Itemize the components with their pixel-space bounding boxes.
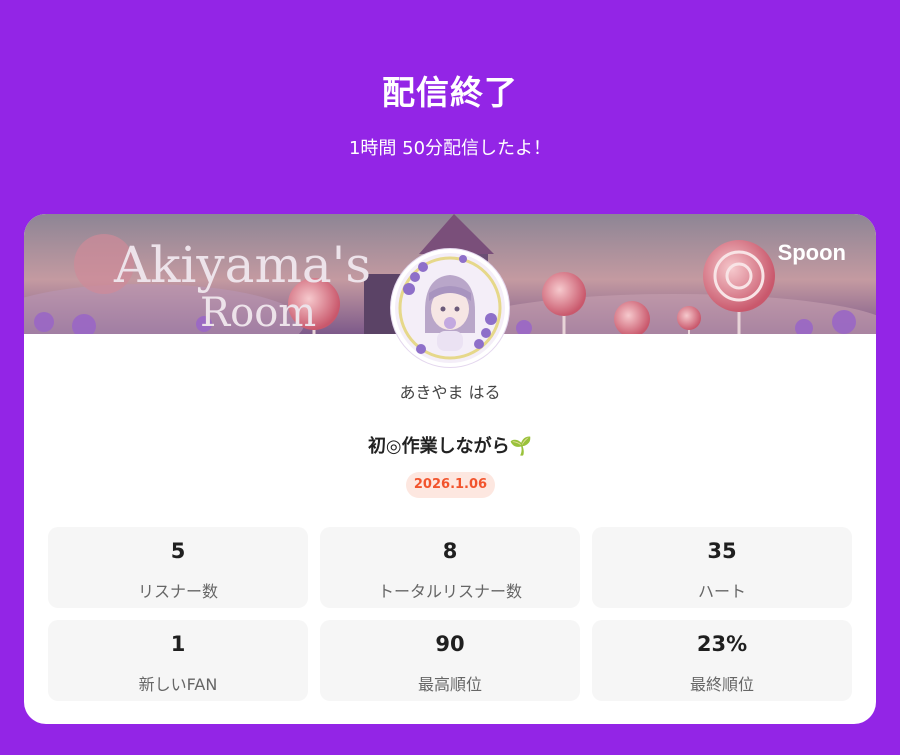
live-title: 初◎作業しながら🌱 [367,436,533,457]
banner-title-line1: Akiyama's [113,236,371,294]
stat-value: 5 [170,539,186,563]
stat-hearts: 35 ハート [592,527,852,608]
stat-label: 最高順位 [417,675,482,694]
spoon-logo: Spoon [777,240,846,265]
stat-label: トータルリスナー数 [377,582,522,601]
broadcast-duration: 1時間 50分配信したよ！ [348,138,552,159]
banner-title-line2: Room [200,290,316,334]
avatar[interactable] [391,249,509,367]
stat-label: 最終順位 [689,675,754,694]
stat-listeners: 5 リスナー数 [48,527,308,608]
stat-value: 8 [442,539,458,563]
stat-total-listeners: 8 トータルリスナー数 [320,527,580,608]
stat-label: ハート [697,582,746,601]
stat-value: 90 [435,632,465,656]
stat-value: 35 [707,539,737,563]
stat-new-fans: 1 新しいFAN [48,620,308,701]
stat-label: 新しいFAN [138,675,218,694]
stat-value: 1 [170,632,186,656]
page-title: 配信終了 [382,73,518,112]
stat-value: 23% [696,632,748,656]
live-summary-card: Akiyama's Room Spoon あきやま はる 初◎作業しながら🌱 2… [24,214,876,724]
stat-final-rank: 23% 最終順位 [592,620,852,701]
stat-highest-rank: 90 最高順位 [320,620,580,701]
date-badge: 2026.1.06 [406,472,495,498]
host-name: あきやま はる [399,383,501,402]
stat-label: リスナー数 [137,582,218,601]
